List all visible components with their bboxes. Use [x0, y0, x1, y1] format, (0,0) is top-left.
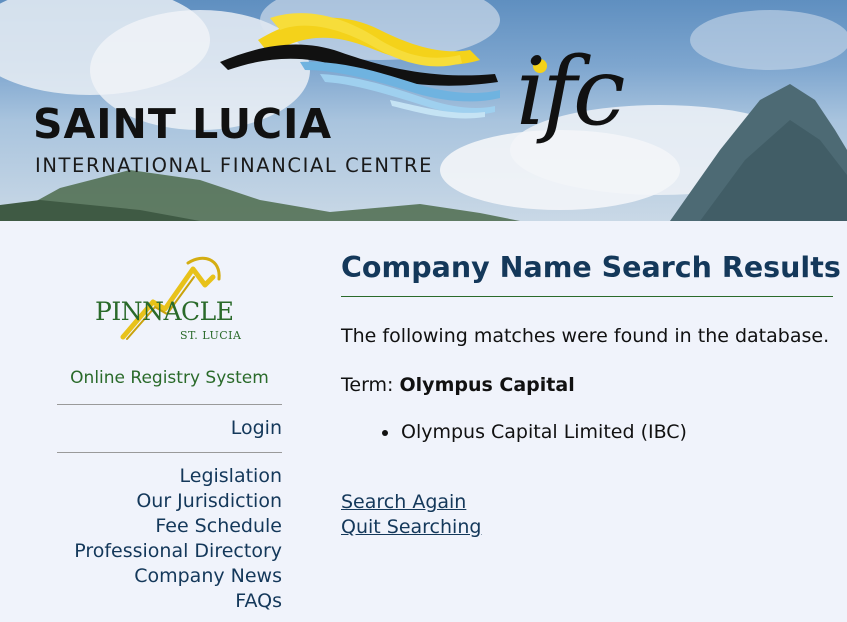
title-divider: [341, 296, 833, 297]
nav-item: Professional Directory: [74, 539, 282, 564]
sidebar-divider: [57, 404, 282, 405]
nav-link-legislation[interactable]: Legislation: [74, 464, 283, 489]
nav-link-fee-schedule[interactable]: Fee Schedule: [74, 514, 282, 539]
search-again-link[interactable]: Search Again: [341, 491, 466, 513]
nav-link-company-news[interactable]: Company News: [74, 564, 282, 589]
nav-item: Our Jurisdiction: [74, 489, 282, 514]
nav-link-professional-directory[interactable]: Professional Directory: [74, 539, 282, 564]
sidebar-divider: [57, 452, 282, 453]
nav-link-faqs[interactable]: FAQs: [74, 589, 282, 614]
login-link[interactable]: Login: [231, 417, 282, 439]
nav-item: FAQs: [74, 589, 282, 614]
registry-title: Online Registry System: [70, 368, 269, 388]
bullet-icon: [382, 430, 388, 436]
banner-subtitle: INTERNATIONAL FINANCIAL CENTRE: [35, 154, 434, 177]
page-title: Company Name Search Results: [341, 251, 841, 284]
quit-searching-link[interactable]: Quit Searching: [341, 516, 481, 538]
list-item: Olympus Capital Limited (IBC): [381, 421, 687, 443]
nav-item: Company News: [74, 564, 282, 589]
search-term-line: Term: Olympus Capital: [341, 374, 575, 396]
search-term-label: Term:: [341, 374, 394, 396]
nav-item: Legislation: [74, 464, 283, 489]
result-company-name: Olympus Capital Limited (IBC): [401, 421, 687, 443]
pinnacle-logo-name: PINNACLE: [95, 297, 234, 326]
banner-title: SAINT LUCIA: [33, 100, 333, 148]
header-banner: SAINT LUCIA INTERNATIONAL FINANCIAL CENT…: [0, 0, 847, 221]
search-term-value: Olympus Capital: [399, 374, 575, 396]
pinnacle-logo-sub: ST. LUCIA: [180, 329, 242, 342]
nav-item: Fee Schedule: [74, 514, 282, 539]
ifc-logo: ifc: [516, 38, 625, 147]
sidebar-nav: Legislation Our Jurisdiction Fee Schedul…: [74, 464, 282, 614]
results-intro: The following matches were found in the …: [341, 325, 830, 347]
results-list: Olympus Capital Limited (IBC): [381, 421, 687, 443]
nav-link-our-jurisdiction[interactable]: Our Jurisdiction: [74, 489, 282, 514]
